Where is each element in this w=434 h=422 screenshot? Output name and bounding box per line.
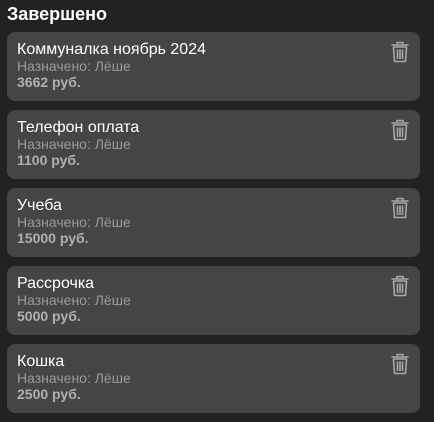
trash-icon bbox=[391, 119, 409, 141]
completed-task-list: Коммуналка ноябрь 2024 Назначено: Лёше 3… bbox=[7, 32, 420, 422]
task-title: Телефон оплата bbox=[17, 119, 140, 136]
delete-task-button[interactable] bbox=[390, 197, 410, 219]
task-amount: 2500 руб. bbox=[17, 386, 81, 402]
trash-icon bbox=[391, 275, 409, 297]
delete-task-button[interactable] bbox=[390, 119, 410, 141]
task-assignee: Назначено: Лёше bbox=[17, 292, 131, 308]
trash-icon bbox=[391, 41, 409, 63]
trash-icon bbox=[391, 197, 409, 219]
task-assignee: Назначено: Лёше bbox=[17, 370, 131, 386]
delete-task-button[interactable] bbox=[390, 275, 410, 297]
delete-task-button[interactable] bbox=[390, 41, 410, 63]
task-title: Учеба bbox=[17, 197, 62, 214]
task-card: Телефон оплата Назначено: Лёше 1100 руб. bbox=[7, 110, 420, 179]
task-amount: 1100 руб. bbox=[17, 152, 80, 168]
task-amount: 3662 руб. bbox=[17, 74, 81, 90]
task-card: Коммуналка ноябрь 2024 Назначено: Лёше 3… bbox=[7, 32, 420, 101]
task-title: Рассрочка bbox=[17, 275, 95, 292]
task-card: Рассрочка Назначено: Лёше 5000 руб. bbox=[7, 266, 420, 335]
delete-task-button[interactable] bbox=[390, 353, 410, 375]
trash-icon bbox=[391, 353, 409, 375]
task-card: Кошка Назначено: Лёше 2500 руб. bbox=[7, 344, 420, 413]
task-amount: 5000 руб. bbox=[17, 308, 81, 324]
task-amount: 15000 руб. bbox=[17, 230, 89, 246]
task-title: Коммуналка ноябрь 2024 bbox=[17, 41, 206, 58]
task-card: Учеба Назначено: Лёше 15000 руб. bbox=[7, 188, 420, 257]
task-assignee: Назначено: Лёше bbox=[17, 136, 131, 152]
task-title: Кошка bbox=[17, 353, 65, 370]
task-assignee: Назначено: Лёше bbox=[17, 214, 131, 230]
task-assignee: Назначено: Лёше bbox=[17, 58, 131, 74]
section-title: Завершено bbox=[7, 4, 108, 24]
